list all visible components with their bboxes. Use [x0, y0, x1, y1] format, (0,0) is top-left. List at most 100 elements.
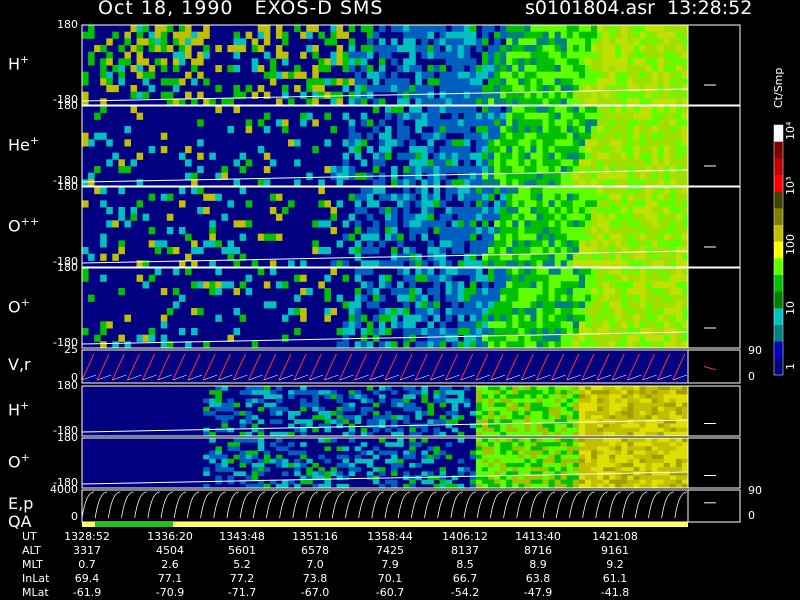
panel-0-cell [663, 31, 671, 39]
panel-1-cell [530, 152, 537, 160]
panel-1-cell [536, 146, 544, 154]
panel-0-cell [136, 45, 144, 53]
panel-5-cell [385, 386, 392, 391]
panel-5-cell [475, 427, 483, 433]
panel-0-cell [663, 25, 671, 33]
panel-3-cell [560, 308, 568, 316]
panel-2-cell [542, 233, 550, 241]
vr-marker [703, 366, 717, 371]
panel-0-cell [512, 25, 519, 33]
panel-3-cell [621, 294, 628, 302]
panel-2-cell [372, 200, 380, 208]
panel-3-cell [578, 314, 586, 322]
panel-3-cell [318, 281, 325, 289]
panel-2-cell [494, 187, 501, 195]
panel-1-cell [663, 166, 671, 174]
panel-0-cell [536, 51, 544, 59]
panel-5-cell [233, 402, 241, 408]
panel-2-cell [645, 213, 653, 221]
panel-6-cell [251, 467, 259, 472]
panel-1-cell [506, 146, 513, 154]
panel-1-cell [185, 146, 192, 154]
panel-6-cell [542, 463, 550, 468]
panel-3-cell [136, 274, 144, 282]
panel-5-cell [542, 386, 550, 391]
panel-5-cell [445, 398, 453, 404]
panel-3-cell [360, 314, 368, 322]
panel-2-cell [645, 207, 653, 215]
panel-2-cell [415, 253, 422, 261]
panel-3-cell [366, 281, 374, 289]
panel-1-cell [378, 159, 386, 167]
panel-0-cell [106, 78, 113, 86]
panel-2-cell [615, 207, 622, 215]
panel-2-cell [433, 200, 441, 208]
panel-0-cell [566, 65, 574, 73]
panel-2-cell [506, 247, 513, 255]
panel-2-cell [427, 207, 434, 215]
panel-3-cell [651, 281, 659, 289]
panel-5-cell [609, 406, 616, 412]
panel-0-cell [203, 78, 210, 86]
panel-3-cell [427, 301, 434, 309]
panel-3-cell [391, 341, 398, 349]
panel-5-cell [633, 398, 641, 404]
panel-1-cell [354, 139, 362, 147]
panel-1-cell [439, 126, 447, 134]
panel-0-cell [378, 51, 386, 59]
panel-1-cell [481, 159, 489, 167]
panel-2-cell [166, 193, 174, 201]
panel-2-cell [481, 247, 489, 255]
colorbar-swatch [774, 125, 783, 143]
panel-5-cell [324, 411, 331, 416]
panel-5-cell [500, 398, 507, 404]
panel-2-cell [136, 200, 144, 208]
panel-0-cell [469, 58, 477, 66]
panel-3-cell [342, 321, 350, 329]
panel-1-cell [233, 159, 241, 167]
panel-2-cell [481, 207, 489, 215]
panel-2-cell [342, 220, 350, 228]
panel-3-cell [421, 308, 428, 316]
panel-2-cell [378, 260, 386, 268]
panel-2-cell [615, 233, 622, 241]
panel-3-cell [488, 308, 495, 316]
panel-6-cell [548, 458, 556, 464]
panel-1-cell [542, 179, 550, 187]
panel-2-cell [639, 233, 647, 241]
panel-1-cell [524, 106, 531, 114]
panel-2-cell [227, 247, 234, 255]
panel-5-cell [275, 394, 283, 399]
panel-6-cell [518, 467, 525, 472]
panel-0-cell [572, 51, 580, 59]
panel-5-cell [554, 423, 562, 429]
panel-6-cell [275, 458, 283, 464]
panel-3-cell [663, 334, 671, 342]
panel-0-cell [439, 31, 447, 39]
colorbar-swatch [774, 325, 783, 343]
panel-2-cell [385, 207, 392, 215]
panel-1-cell [427, 112, 434, 120]
panel-2-cell [385, 227, 392, 235]
panel-5-cell [251, 398, 259, 404]
panel-0-cell [457, 78, 465, 86]
panel-1-cell [512, 106, 519, 114]
panel-3-cell [506, 341, 513, 349]
panel-5-cell [657, 423, 665, 429]
panel-1-cell [591, 139, 598, 147]
panel-2-cell [403, 200, 410, 208]
panel-5-cell [475, 406, 483, 412]
panel-1-cell [391, 179, 398, 187]
panel-6-cell [439, 467, 447, 472]
panel-1-cell [663, 106, 671, 114]
panel-5-cell [294, 427, 301, 433]
panel-3-cell [591, 308, 598, 316]
panel-0-cell [548, 85, 556, 93]
panel-0-cell [336, 31, 344, 39]
panel-6-cell [591, 458, 598, 464]
panel-3-cell [542, 288, 550, 296]
panel-3-cell [597, 274, 604, 282]
panel-3-cell [512, 341, 519, 349]
panel-6-cell [621, 442, 628, 447]
panel-1-cell [130, 106, 138, 114]
